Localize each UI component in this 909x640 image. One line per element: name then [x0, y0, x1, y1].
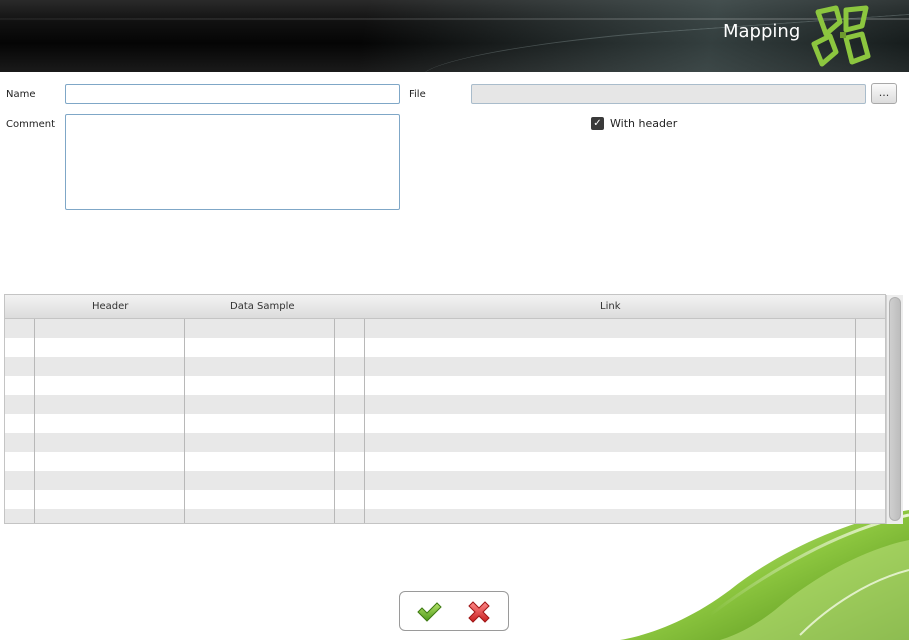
table-row[interactable] — [5, 395, 885, 414]
browse-button[interactable]: ... — [871, 83, 897, 104]
column-divider — [364, 319, 365, 523]
table-row[interactable] — [5, 509, 885, 523]
header-streak — [0, 18, 909, 20]
table-row[interactable] — [5, 471, 885, 490]
name-input[interactable] — [65, 84, 400, 104]
column-divider — [855, 319, 856, 523]
table-row[interactable] — [5, 376, 885, 395]
file-path-input[interactable] — [471, 84, 866, 104]
with-header-checkbox[interactable]: ✓ — [591, 117, 604, 130]
column-divider — [184, 319, 185, 523]
dialog-button-group — [399, 591, 509, 631]
with-header-label: With header — [610, 117, 678, 130]
table-row[interactable] — [5, 338, 885, 357]
check-icon[interactable] — [416, 600, 442, 624]
column-divider — [334, 319, 335, 523]
app-header: Mapping — [0, 0, 909, 72]
grid-vertical-scrollbar[interactable] — [886, 295, 903, 524]
cross-icon[interactable] — [466, 599, 492, 625]
background-swoosh — [620, 510, 909, 640]
scrollbar-thumb[interactable] — [889, 297, 901, 521]
table-row[interactable] — [5, 319, 885, 338]
name-label: Name — [6, 89, 36, 100]
file-label: File — [409, 89, 426, 100]
column-header-link[interactable]: Link — [600, 301, 620, 312]
page-title: Mapping — [723, 21, 801, 42]
grid-rows — [5, 319, 885, 523]
clover-logo-icon — [811, 5, 871, 67]
checkmark-icon: ✓ — [593, 118, 602, 129]
column-header-data-sample[interactable]: Data Sample — [230, 301, 295, 312]
table-row[interactable] — [5, 414, 885, 433]
table-row[interactable] — [5, 357, 885, 376]
comment-textarea[interactable] — [65, 114, 400, 210]
column-divider — [34, 319, 35, 523]
comment-label: Comment — [6, 119, 55, 130]
column-header-header[interactable]: Header — [92, 301, 128, 312]
table-row[interactable] — [5, 433, 885, 452]
table-row[interactable] — [5, 490, 885, 509]
mapping-grid[interactable]: Header Data Sample Link — [4, 294, 886, 524]
grid-header-row: Header Data Sample Link — [5, 295, 885, 319]
table-row[interactable] — [5, 452, 885, 471]
